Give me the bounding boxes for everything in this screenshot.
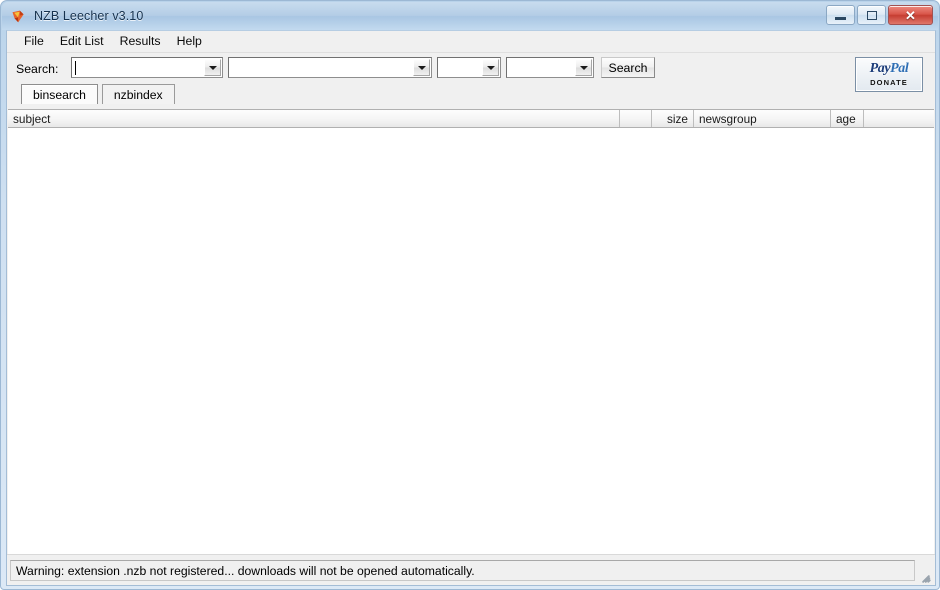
results-column-headers: subject size newsgroup age bbox=[8, 109, 934, 128]
chevron-down-icon bbox=[579, 65, 588, 70]
status-bar: Warning: extension .nzb not registered..… bbox=[7, 554, 935, 585]
tab-binsearch[interactable]: binsearch bbox=[21, 84, 98, 104]
minimize-button[interactable] bbox=[826, 5, 855, 25]
paypal-donate-button[interactable]: PayPal DONATE bbox=[855, 57, 923, 92]
search-toolbar: Search: Search binsearch nzbindex PayPal… bbox=[7, 52, 935, 110]
chevron-down-icon bbox=[417, 65, 426, 70]
results-list[interactable] bbox=[8, 128, 934, 555]
paypal-pal-text: Pal bbox=[890, 61, 909, 76]
tab-nzbindex[interactable]: nzbindex bbox=[101, 84, 175, 104]
window-controls: ✕ bbox=[826, 5, 933, 25]
paypal-donate-caption: DONATE bbox=[870, 78, 908, 87]
client-area: File Edit List Results Help Search: Sear… bbox=[6, 30, 936, 586]
menu-item-results[interactable]: Results bbox=[112, 32, 169, 51]
application-window: NZB Leecher v3.10 ✕ File Edit List Resul… bbox=[0, 0, 940, 590]
resize-grip[interactable] bbox=[918, 568, 933, 584]
close-icon: ✕ bbox=[905, 7, 916, 23]
title-bar[interactable]: NZB Leecher v3.10 ✕ bbox=[2, 2, 938, 30]
group-combo-arrow[interactable] bbox=[575, 59, 592, 76]
column-header-blank-1[interactable] bbox=[620, 110, 652, 127]
source-tabs: binsearch nzbindex bbox=[21, 84, 175, 104]
column-header-blank-2[interactable] bbox=[864, 110, 934, 127]
category-combo-arrow[interactable] bbox=[413, 59, 430, 76]
age-combo[interactable] bbox=[437, 57, 501, 78]
category-combo[interactable] bbox=[228, 57, 432, 78]
group-combo[interactable] bbox=[506, 57, 594, 78]
search-button[interactable]: Search bbox=[601, 57, 655, 78]
paypal-pay-text: Pay bbox=[869, 61, 891, 76]
menu-item-file[interactable]: File bbox=[16, 32, 52, 51]
search-label: Search: bbox=[16, 62, 59, 76]
menu-bar: File Edit List Results Help bbox=[7, 31, 935, 52]
chevron-down-icon bbox=[486, 65, 495, 70]
column-header-newsgroup[interactable]: newsgroup bbox=[694, 110, 831, 127]
chevron-down-icon bbox=[208, 65, 217, 70]
menu-item-help[interactable]: Help bbox=[169, 32, 210, 51]
search-query-combo[interactable] bbox=[71, 57, 223, 78]
window-title: NZB Leecher v3.10 bbox=[34, 9, 144, 23]
column-header-size[interactable]: size bbox=[652, 110, 694, 127]
maximize-icon bbox=[866, 10, 877, 20]
minimize-icon bbox=[835, 17, 846, 20]
close-button[interactable]: ✕ bbox=[888, 5, 933, 25]
paypal-logo: PayPal bbox=[870, 62, 909, 76]
column-header-subject[interactable]: subject bbox=[8, 110, 620, 127]
status-message: Warning: extension .nzb not registered..… bbox=[10, 560, 915, 581]
maximize-button[interactable] bbox=[857, 5, 886, 25]
age-combo-arrow[interactable] bbox=[482, 59, 499, 76]
app-icon bbox=[10, 8, 27, 25]
column-header-age[interactable]: age bbox=[831, 110, 864, 127]
menu-item-edit-list[interactable]: Edit List bbox=[52, 32, 112, 51]
text-caret bbox=[75, 61, 76, 75]
search-query-combo-arrow[interactable] bbox=[204, 59, 221, 76]
